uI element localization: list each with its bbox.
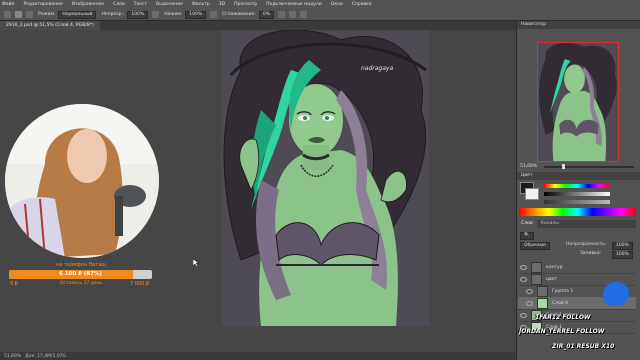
color-slider-g[interactable]	[544, 192, 610, 196]
menu-window[interactable]: Окно	[331, 2, 343, 7]
navigator-zoom-slider[interactable]	[544, 166, 634, 168]
layers-fill-row: Заливка: 100%	[520, 251, 635, 259]
home-icon[interactable]	[4, 11, 11, 18]
resub-alert: ZIR_01 RESUB X10	[552, 343, 615, 350]
navigator-preview	[539, 43, 617, 161]
layer-fill-field[interactable]: 100%	[612, 251, 633, 259]
layer-blend-mode-select[interactable]: Обычные	[520, 242, 550, 250]
brush-preset-icon[interactable]	[26, 11, 33, 18]
layers-filter-row: 🔍	[520, 232, 635, 240]
color-spectrum-bar[interactable]	[519, 208, 636, 216]
layer-name: Слой 6	[552, 300, 568, 306]
layer-name: Группа 1	[552, 288, 574, 294]
menu-text[interactable]: Текст	[134, 2, 147, 7]
donation-progress-bar: 6 100 ₽ (87%)	[9, 270, 152, 279]
tab-channels[interactable]: Каналы	[537, 220, 563, 228]
menu-3d[interactable]: 3D	[219, 2, 225, 7]
navigator-zoom-row: 51,69%	[520, 164, 638, 170]
opacity-field[interactable]: 100%	[127, 10, 149, 19]
stream-alert-icon	[603, 282, 629, 306]
status-bar: 51,69% Док: 17,4M/1,07G	[0, 352, 516, 360]
layer-name: контур	[546, 264, 563, 270]
options-bar: Режим: Нормальный Непрозр.: 100% Нажим: …	[0, 9, 640, 21]
menu-plugins[interactable]: Подключаемые модули	[266, 2, 322, 7]
opacity-label: Непрозр.:	[101, 12, 125, 17]
artwork-illustration: nadragaya	[223, 30, 427, 326]
donation-amount: 6 100 ₽ (87%)	[58, 271, 103, 277]
color-slider-r[interactable]	[544, 184, 610, 188]
navigator-thumbnail[interactable]	[537, 42, 619, 162]
donation-max: 7 000 ₽	[130, 281, 150, 287]
layer-name: цвет	[546, 276, 558, 282]
menu-help[interactable]: Справка	[352, 2, 372, 7]
visibility-eye-icon[interactable]	[520, 312, 527, 318]
canvas-artwork[interactable]: nadragaya	[221, 30, 429, 326]
visibility-eye-icon[interactable]	[526, 300, 533, 306]
webcam-feed	[5, 104, 159, 258]
smoothing-label: Сглаживание:	[222, 12, 256, 17]
layers-blend-row: Обычные Непрозрачность: 100%	[520, 242, 635, 250]
background-color-swatch[interactable]	[525, 188, 539, 200]
menu-layers[interactable]: Слои	[113, 2, 125, 7]
flow-field[interactable]: 100%	[185, 10, 207, 19]
status-doc-size: Док: 17,4M/1,07G	[25, 353, 67, 359]
navigator-panel-header[interactable]: Навигатор	[517, 21, 640, 29]
layer-fill-label: Заливка:	[580, 251, 602, 256]
folder-icon	[531, 261, 542, 273]
status-zoom[interactable]: 51,69%	[4, 354, 21, 359]
layer-opacity-field[interactable]: 100%	[612, 242, 633, 250]
visibility-eye-icon[interactable]	[526, 288, 533, 294]
menu-filter[interactable]: Фильтр	[192, 2, 210, 7]
smoothing-field[interactable]: 0%	[258, 10, 274, 19]
tab-layers[interactable]: Слои	[517, 220, 537, 228]
layer-thumbnail	[537, 297, 548, 309]
layer-kind-filter[interactable]: 🔍	[520, 232, 534, 240]
folder-icon	[537, 285, 548, 297]
color-panel-header[interactable]: Цвет	[517, 172, 640, 180]
pressure-opacity-icon[interactable]	[152, 11, 160, 18]
menu-view[interactable]: Просмотр	[234, 2, 257, 7]
artist-signature: nadragaya	[361, 65, 393, 72]
mode-select[interactable]: Нормальный	[58, 10, 97, 19]
navigator-zoom-value[interactable]: 51,69%	[520, 164, 537, 169]
symmetry-icon[interactable]	[299, 11, 307, 18]
webcam-circle	[5, 104, 159, 258]
mode-label: Режим:	[38, 12, 56, 17]
flow-label: Нажим:	[164, 12, 183, 17]
menu-edit[interactable]: Редактирование	[23, 2, 62, 7]
follow-alert-1: 1FAR12 FOLLOW	[535, 314, 591, 321]
layers-panel-tabs: Слои Каналы	[517, 220, 636, 228]
folder-icon	[531, 273, 542, 285]
menu-select[interactable]: Выделение	[156, 2, 183, 7]
color-slider-b[interactable]	[544, 200, 610, 204]
visibility-eye-icon[interactable]	[520, 264, 527, 270]
donation-title: на телефон Наташ	[56, 262, 106, 268]
gear-icon[interactable]	[277, 11, 285, 18]
visibility-eye-icon[interactable]	[520, 276, 527, 282]
document-tab[interactable]: 2910_2.psd @ 51,5% (Слой 4, RGB/8*)	[0, 21, 100, 30]
airbrush-icon[interactable]	[210, 11, 218, 18]
menu-image[interactable]: Изображение	[72, 2, 104, 7]
cursor-icon	[193, 259, 199, 267]
menu-file[interactable]: Файл	[2, 2, 14, 7]
navigator-zoom-handle[interactable]	[562, 164, 565, 169]
pressure-size-icon[interactable]	[288, 11, 296, 18]
follow-alert-2: JORDAN_TERREL FOLLOW	[519, 328, 605, 335]
brush-tool-icon[interactable]	[15, 11, 22, 18]
layer-opacity-label: Непрозрачность:	[566, 242, 607, 247]
